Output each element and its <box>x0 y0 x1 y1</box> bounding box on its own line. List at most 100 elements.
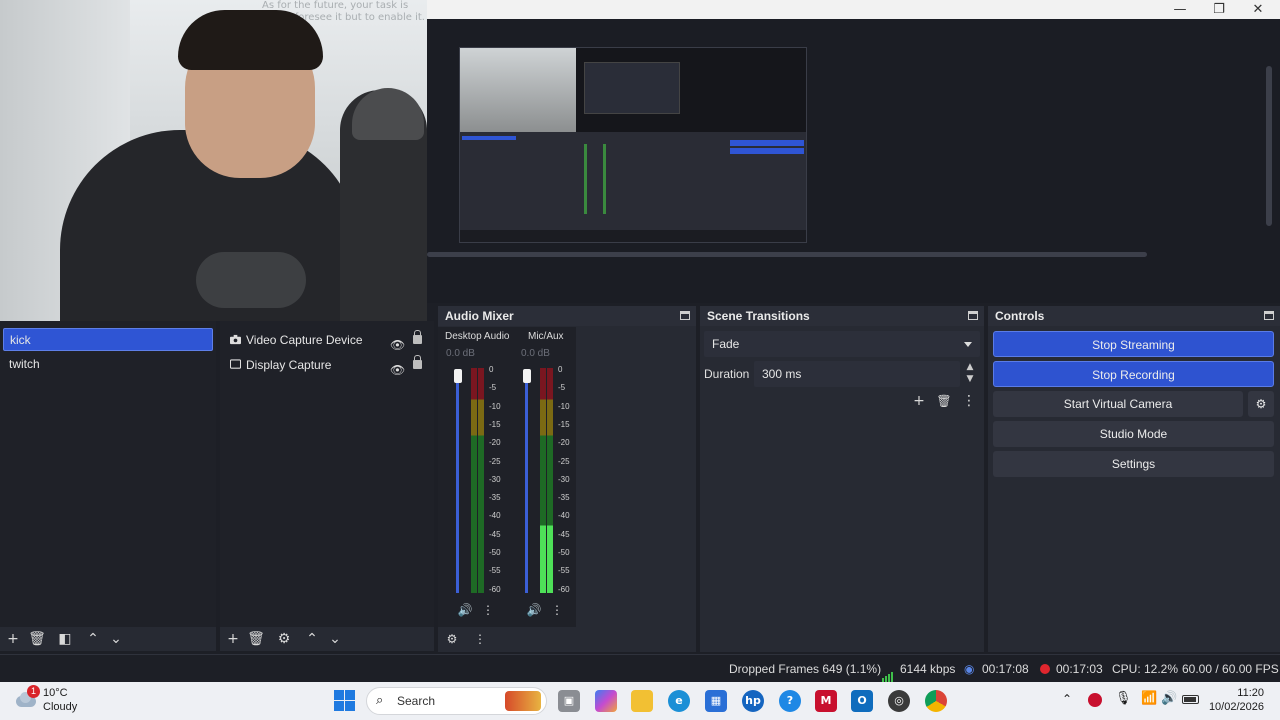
battery-icon[interactable] <box>1182 695 1199 704</box>
chrome-icon[interactable] <box>925 690 947 712</box>
duration-input[interactable]: 300 ms <box>754 361 960 387</box>
add-scene-icon[interactable]: + <box>4 630 22 648</box>
lock-icon[interactable] <box>413 330 422 344</box>
obs-icon[interactable]: ◎ <box>888 690 910 712</box>
mic-aux-speaker-icon[interactable]: 🔊 <box>526 602 542 618</box>
taskbar-search[interactable]: ⌕ Search <box>366 687 547 715</box>
undock-icon[interactable] <box>968 311 978 320</box>
advanced-audio-gear-icon[interactable]: ⚙ <box>444 631 460 647</box>
fps: 60.00 / 60.00 FPS <box>1182 662 1279 676</box>
studio-mode-button[interactable]: Studio Mode <box>993 421 1274 447</box>
microphone-icon[interactable]: 🎙 <box>1115 691 1132 706</box>
desktop-audio-meter-right <box>478 368 484 593</box>
lock-icon[interactable] <box>413 355 422 369</box>
move-scene-up-icon[interactable]: ⌃ <box>84 630 102 648</box>
source-properties-gear-icon[interactable]: ⚙ <box>275 630 293 648</box>
dropped-frames: Dropped Frames 649 (1.1%) <box>729 662 882 676</box>
scenes-toolbar: + 🗑 ◧ ⌃ ⌄ <box>0 627 216 651</box>
desktop-audio-fader-knob[interactable] <box>454 369 462 383</box>
meter-tick-label: -10 <box>489 401 501 411</box>
preview-vertical-scrollbar[interactable] <box>1266 66 1272 226</box>
meter-tick-label: -55 <box>558 566 570 576</box>
task-view-icon[interactable]: ▣ <box>558 690 580 712</box>
weather-temp[interactable]: 10°C <box>43 687 68 699</box>
desktop-audio-fader-track[interactable] <box>456 377 459 593</box>
visibility-eye-icon[interactable]: 👁 <box>390 358 405 382</box>
transition-menu-icon[interactable]: ⋮ <box>960 392 978 410</box>
minimize-button[interactable]: — <box>1162 0 1198 19</box>
edge-browser-icon[interactable]: e <box>668 690 690 712</box>
mic-aux-meter-right <box>547 368 553 593</box>
close-button[interactable]: ✕ <box>1240 0 1276 19</box>
volume-icon[interactable]: 🔊 <box>1161 691 1177 706</box>
start-virtual-camera-button[interactable]: Start Virtual Camera <box>993 391 1243 417</box>
mic-aux-db: 0.0 dB <box>521 348 550 359</box>
help-icon[interactable]: ? <box>779 690 801 712</box>
mcafee-icon[interactable]: M <box>815 690 837 712</box>
clock-time[interactable]: 11:20 <box>1212 687 1264 699</box>
settings-button[interactable]: Settings <box>993 451 1274 477</box>
tray-chevron-up-icon[interactable]: ⌃ <box>1062 692 1072 706</box>
meter-tick-label: -5 <box>489 383 497 393</box>
file-explorer-icon[interactable] <box>631 690 653 712</box>
meter-tick-label: -35 <box>489 493 501 503</box>
remove-source-icon[interactable]: 🗑 <box>247 630 265 648</box>
mic-aux-fader-knob[interactable] <box>523 369 531 383</box>
copilot-icon[interactable] <box>595 690 617 712</box>
scene-filters-icon[interactable]: ◧ <box>56 630 74 648</box>
move-source-down-icon[interactable]: ⌄ <box>326 630 344 648</box>
stop-streaming-button[interactable]: Stop Streaming <box>993 331 1274 357</box>
source-label: Video Capture Device <box>246 333 363 347</box>
outlook-icon[interactable]: O <box>851 690 873 712</box>
meter-tick-label: -30 <box>489 474 501 484</box>
add-source-icon[interactable]: + <box>224 630 242 648</box>
move-scene-down-icon[interactable]: ⌄ <box>107 630 125 648</box>
weather-desc[interactable]: Cloudy <box>43 701 77 713</box>
hp-icon[interactable]: hp <box>742 690 764 712</box>
record-dot-icon <box>1040 664 1050 674</box>
virtual-camera-gear-icon[interactable]: ⚙ <box>1248 391 1274 417</box>
tray-mcafee-icon[interactable] <box>1088 693 1102 707</box>
desktop-audio-menu-icon[interactable]: ⋮ <box>480 602 496 618</box>
mic-aux-fader-track[interactable] <box>525 377 528 593</box>
wifi-icon[interactable]: 📶 <box>1141 691 1157 706</box>
nested-docks-thumbnail <box>460 132 806 230</box>
windows-start-icon[interactable] <box>334 690 356 712</box>
scene-transitions-dock: Scene Transitions <box>700 306 984 652</box>
source-item-video-capture[interactable]: Video Capture Device 👁 <box>224 328 430 352</box>
mic-aux-meter-left <box>540 368 546 593</box>
remove-scene-icon[interactable]: 🗑 <box>28 630 46 648</box>
mixer-menu-icon[interactable]: ⋮ <box>472 631 488 647</box>
stop-recording-button[interactable]: Stop Recording <box>993 361 1274 387</box>
meter-tick-label: -5 <box>558 383 566 393</box>
nested-webcam-thumbnail <box>460 48 576 132</box>
stream-time: 00:17:08 <box>982 662 1029 676</box>
undock-icon[interactable] <box>680 311 690 320</box>
add-transition-icon[interactable]: + <box>910 392 928 410</box>
person-hair <box>178 10 323 70</box>
meter-tick-label: -55 <box>489 566 501 576</box>
source-item-display-capture[interactable]: Display Capture 👁 <box>224 353 430 377</box>
desktop-audio-label: Desktop Audio <box>445 331 510 342</box>
remove-transition-icon[interactable]: 🗑 <box>935 392 953 410</box>
undock-icon[interactable] <box>1264 311 1274 320</box>
record-time: 00:17:03 <box>1056 662 1103 676</box>
mic-aux-menu-icon[interactable]: ⋮ <box>549 602 565 618</box>
preview-horizontal-scrollbar[interactable] <box>427 252 1147 257</box>
move-source-up-icon[interactable]: ⌃ <box>303 630 321 648</box>
scene-item-twitch[interactable]: twitch <box>3 353 213 376</box>
chevron-down-icon <box>964 342 972 347</box>
maximize-button[interactable]: ❐ <box>1201 0 1237 19</box>
desktop-audio-meter-left <box>471 368 477 593</box>
meter-tick-label: -15 <box>558 419 570 429</box>
transition-select[interactable]: Fade <box>704 331 980 357</box>
microsoft-store-icon[interactable]: ▦ <box>705 690 727 712</box>
clock-date[interactable]: 10/02/2026 <box>1206 701 1264 713</box>
desktop-audio-speaker-icon[interactable]: 🔊 <box>457 602 473 618</box>
meter-tick-label: -50 <box>558 548 570 557</box>
meter-tick-label: -10 <box>558 401 570 411</box>
scene-item-kick[interactable]: kick <box>3 328 213 351</box>
duration-value: 300 ms <box>762 367 802 381</box>
duration-stepper[interactable]: ▲ ▼ <box>963 361 977 387</box>
meter-tick-label: -35 <box>558 493 570 503</box>
